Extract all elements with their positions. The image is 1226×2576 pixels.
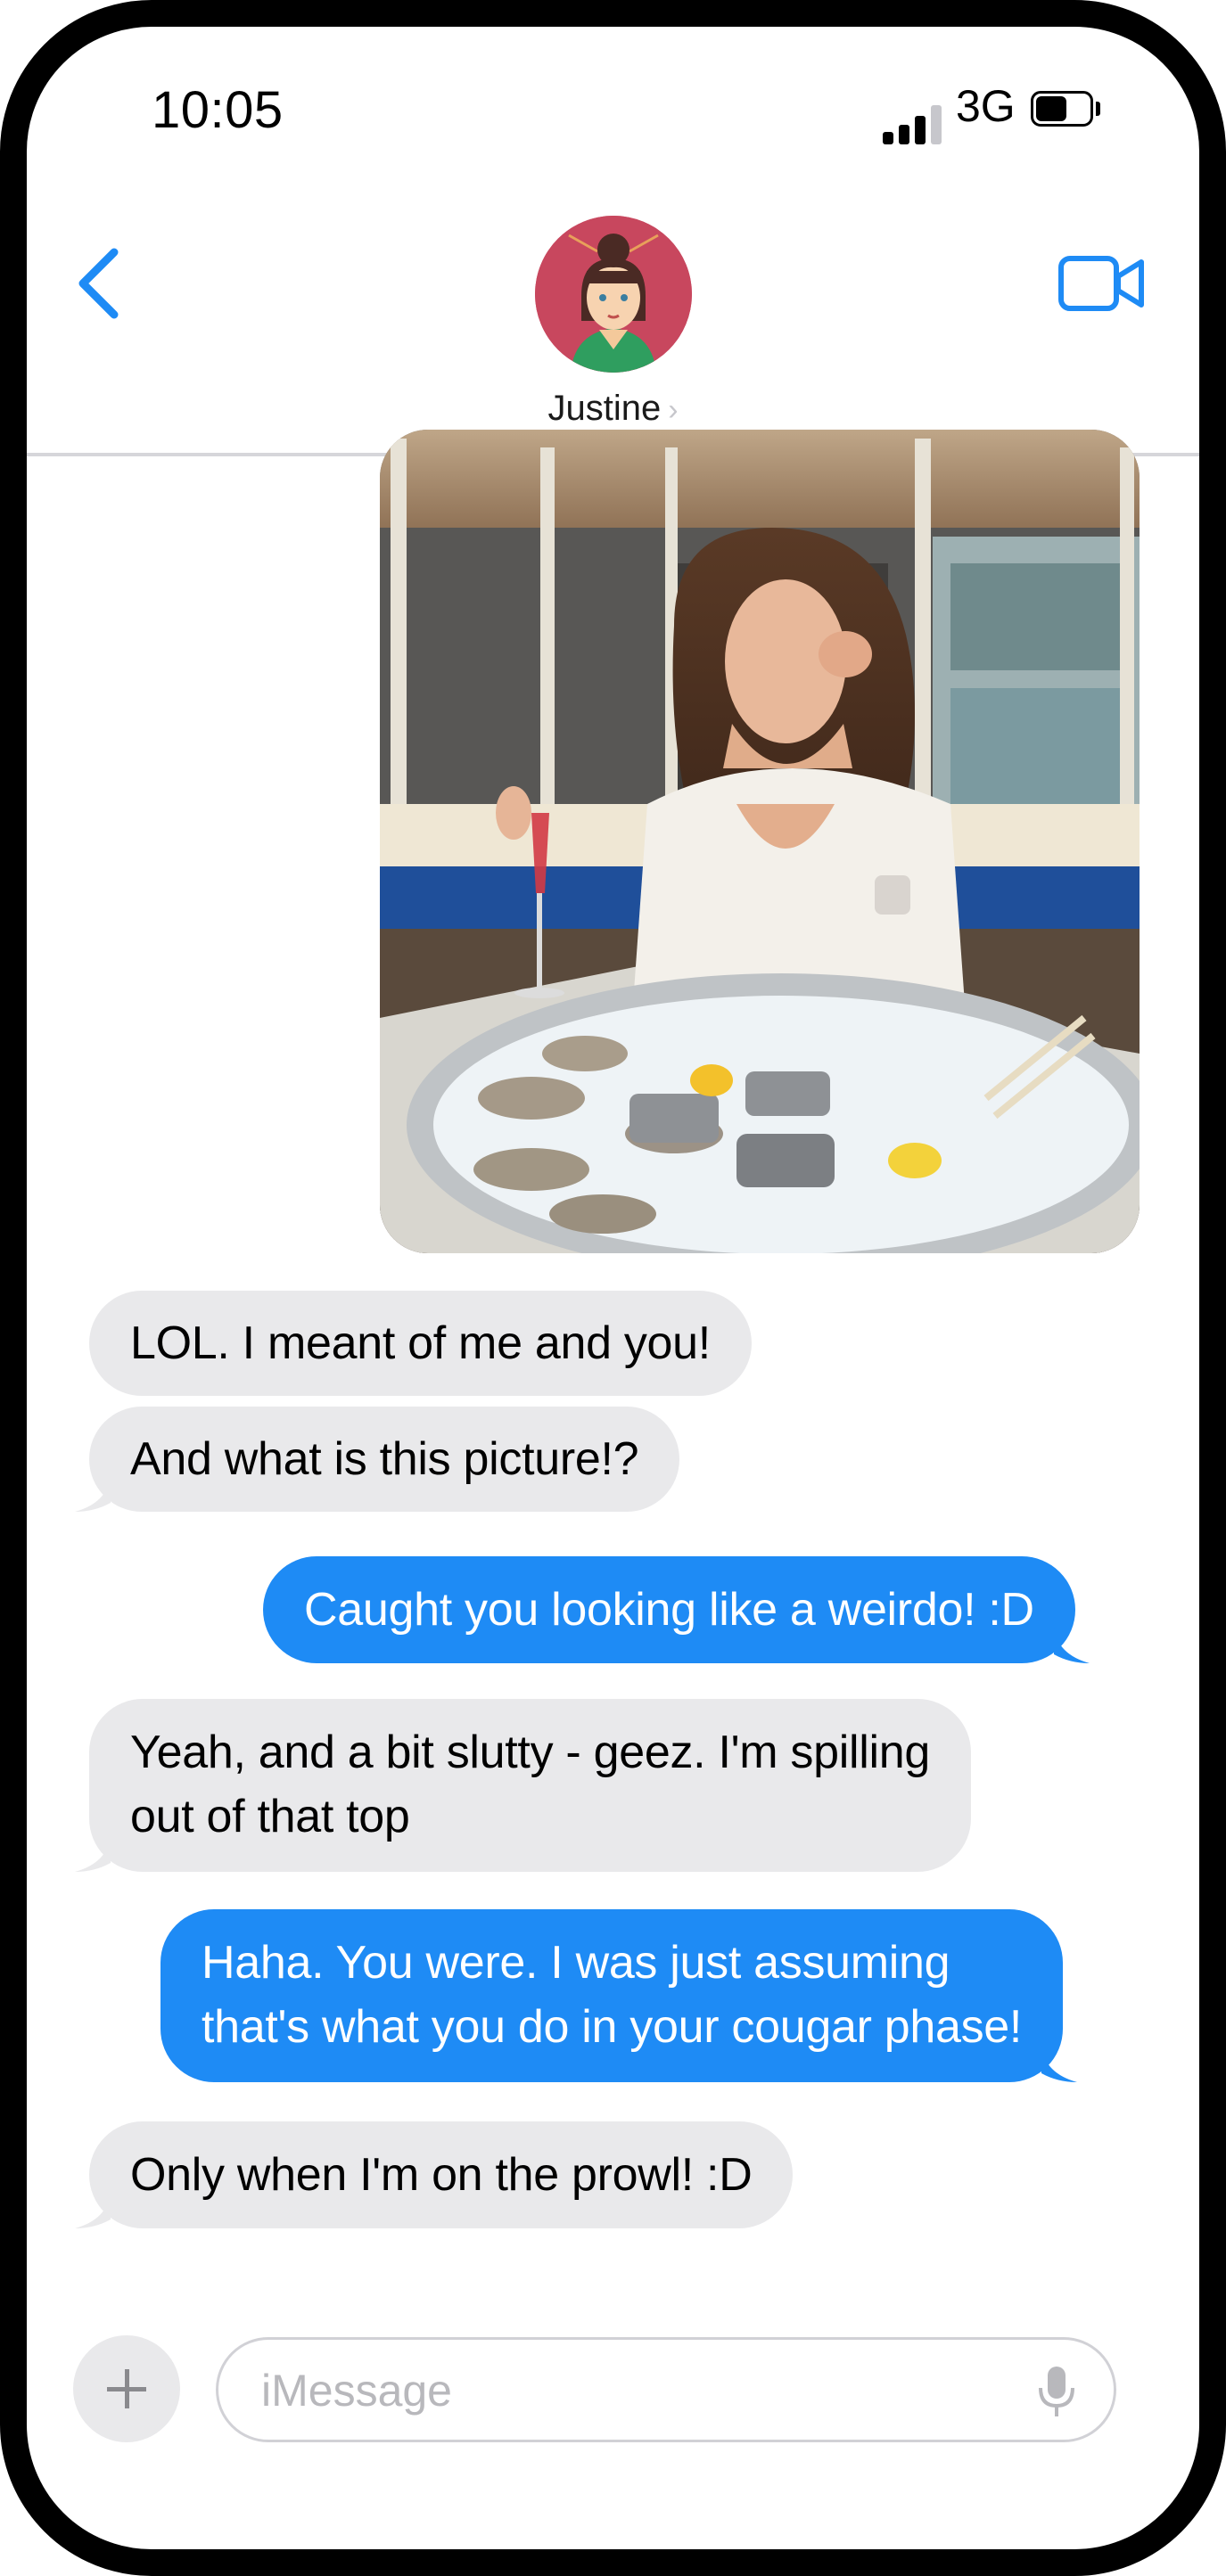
message-text: And what is this picture!? [130, 1433, 639, 1485]
bubble-tail-icon [75, 1836, 111, 1872]
message-bubble-incoming[interactable]: Only when I'm on the prowl! :D [75, 2121, 794, 2228]
message-bubble-outgoing[interactable]: Caught you looking like a weirdo! :D [263, 1556, 1090, 1663]
message-bubble-incoming[interactable]: And what is this picture!? [75, 1407, 680, 1512]
message-text-line: Haha. You were. I was just assuming [202, 1937, 950, 1989]
contact-name[interactable]: Justine › [27, 389, 1199, 429]
message-bubble-outgoing[interactable]: Haha. You were. I was just assuming that… [160, 1909, 1078, 2082]
back-button[interactable] [70, 239, 132, 328]
bubble-tail-icon [75, 1476, 111, 1512]
video-call-icon [1058, 256, 1144, 311]
status-time: 10:05 [152, 81, 284, 139]
chevron-right-icon: › [668, 393, 679, 427]
phone-frame: 10:05 3G Justine › LOL. I meant of me an… [0, 0, 1226, 2576]
message-text: Only when I'm on the prowl! :D [130, 2149, 753, 2201]
back-chevron-icon [78, 248, 119, 319]
message-text-line: that's what you do in your cougar phase! [202, 2001, 1023, 2053]
battery-icon [1031, 91, 1100, 130]
message-text: Caught you looking like a weirdo! :D [304, 1584, 1034, 1636]
message-bubble-incoming[interactable]: Yeah, and a bit slutty - geez. I'm spill… [75, 1699, 971, 1872]
microphone-icon[interactable] [1037, 2365, 1076, 2418]
signal-icon [883, 103, 942, 144]
bubble-tail-icon [1053, 1628, 1090, 1663]
bubble-tail-icon [75, 2193, 111, 2228]
bubble-tail-icon [1041, 2047, 1078, 2082]
status-bar: 10:05 3G [27, 27, 1199, 205]
compose-bar [27, 2309, 1199, 2460]
message-text-line: out of that top [130, 1791, 410, 1842]
plus-icon[interactable] [73, 2335, 180, 2442]
avatar[interactable] [535, 216, 692, 373]
message-input-field[interactable] [216, 2337, 1116, 2442]
message-text-line: Yeah, and a bit slutty - geez. I'm spill… [130, 1727, 930, 1778]
contact-name-label: Justine [547, 389, 662, 428]
video-call-button[interactable] [1057, 248, 1147, 319]
message-bubble-incoming[interactable]: LOL. I meant of me and you! [89, 1291, 752, 1396]
message-input[interactable] [259, 2356, 994, 2425]
photo-attachment[interactable] [380, 430, 1140, 1253]
network-type: 3G [956, 81, 1016, 131]
message-text: LOL. I meant of me and you! [130, 1317, 711, 1369]
conversation-header: Justine › [27, 205, 1199, 456]
